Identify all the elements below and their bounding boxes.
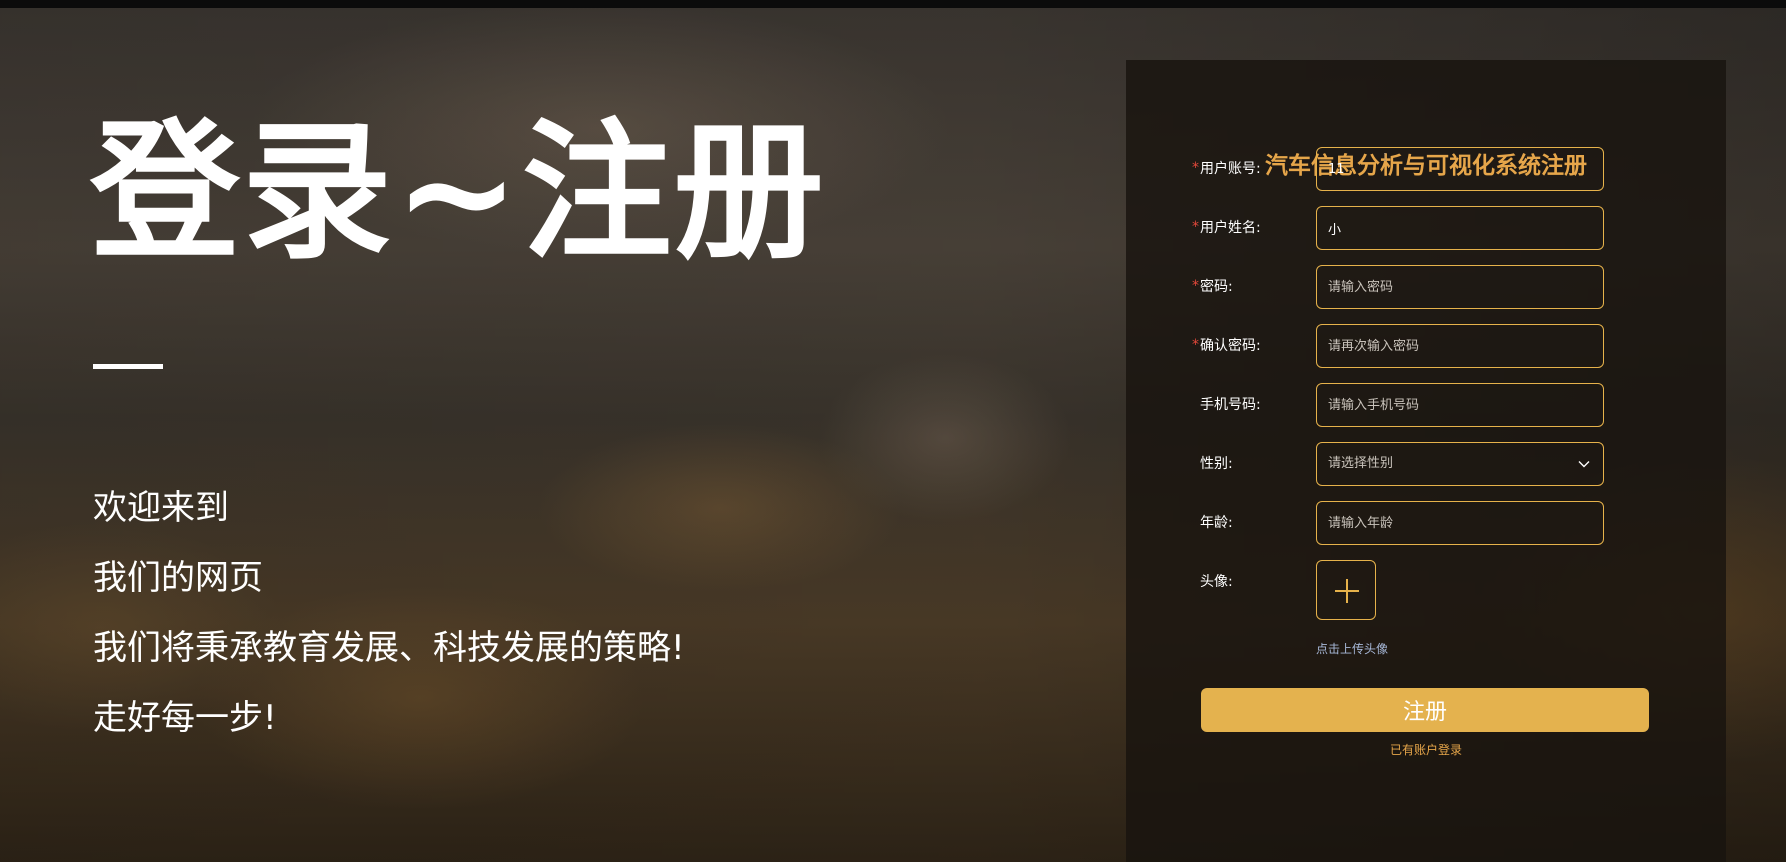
chevron-down-icon: [1578, 461, 1590, 468]
password-label: 密码:: [1200, 279, 1233, 295]
password-row: * 密码:: [1126, 265, 1726, 309]
avatar-upload-hint: 点击上传头像: [1316, 642, 1389, 656]
age-label: 年龄:: [1200, 515, 1233, 531]
i-beam-cursor-icon: [1384, 153, 1386, 161]
gender-row: 性别: 请选择性别: [1126, 442, 1726, 486]
avatar-row: 头像:: [1126, 560, 1726, 620]
confirm-password-input[interactable]: [1316, 324, 1604, 368]
phone-input[interactable]: [1316, 383, 1604, 427]
phone-row: 手机号码:: [1126, 383, 1726, 427]
age-row: 年龄:: [1126, 501, 1726, 545]
hero-divider: [93, 364, 163, 369]
gender-select[interactable]: 请选择性别: [1316, 442, 1604, 486]
required-mark: *: [1192, 278, 1199, 294]
required-mark: *: [1192, 337, 1199, 353]
avatar-upload-button[interactable]: [1316, 560, 1376, 620]
name-label: 用户姓名:: [1200, 220, 1261, 236]
window-top-bar: [0, 0, 1786, 8]
age-input[interactable]: [1316, 501, 1604, 545]
hero-line-1: 欢迎来到: [93, 488, 229, 528]
hero-line-4: 走好每一步!: [93, 698, 277, 738]
phone-label: 手机号码:: [1200, 397, 1261, 413]
required-mark: *: [1192, 219, 1199, 235]
register-button[interactable]: 注册: [1201, 688, 1649, 732]
register-panel: 汽车信息分析与可视化系统注册 * 用户账号: * 用户姓名: * 密码: * 确…: [1126, 60, 1726, 862]
hero-line-2: 我们的网页: [93, 558, 263, 598]
confirm-password-row: * 确认密码:: [1126, 324, 1726, 368]
account-row: * 用户账号:: [1126, 147, 1726, 191]
hero-welcome-text: 欢迎来到 我们的网页 我们将秉承教育发展、科技发展的策略! 走好每一步!: [93, 488, 685, 768]
hero-title: 登录~注册: [90, 106, 826, 280]
password-input[interactable]: [1316, 265, 1604, 309]
name-row: * 用户姓名:: [1126, 206, 1726, 250]
account-input[interactable]: [1316, 147, 1604, 191]
gender-label: 性别:: [1200, 456, 1233, 472]
required-mark: *: [1192, 160, 1199, 176]
avatar-label: 头像:: [1200, 574, 1233, 590]
name-input[interactable]: [1316, 206, 1604, 250]
confirm-password-label: 确认密码:: [1200, 338, 1261, 354]
gender-select-placeholder: 请选择性别: [1328, 456, 1394, 471]
hero-line-3: 我们将秉承教育发展、科技发展的策略!: [93, 628, 685, 668]
plus-icon: [1335, 579, 1359, 603]
account-label: 用户账号:: [1200, 161, 1261, 177]
login-link[interactable]: 已有账户登录: [1126, 741, 1726, 758]
